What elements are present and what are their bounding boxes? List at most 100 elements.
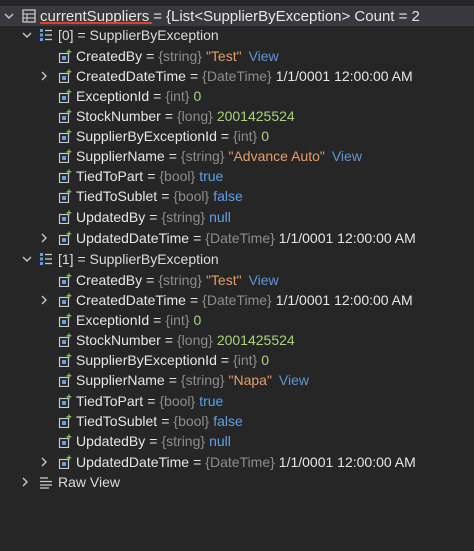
property-icon (58, 333, 72, 347)
property-row[interactable]: TiedToPart = {bool} true (0, 391, 474, 411)
property-type: {string} (161, 209, 206, 225)
property-name: TiedToSublet (76, 413, 158, 429)
list-item-label: [0] = SupplierByException (58, 27, 219, 43)
view-link[interactable]: View (279, 372, 309, 388)
property-name: UpdatedDateTime (76, 230, 190, 246)
property-row[interactable]: TiedToSublet = {bool} false (0, 411, 474, 431)
property-value: 2001425524 (216, 332, 295, 348)
property-icon (58, 434, 72, 448)
property-value: 1/1/0001 12:00:00 AM (275, 292, 413, 308)
property-type: {string} (180, 148, 225, 164)
property-value: false (213, 413, 243, 429)
property-row[interactable]: UpdatedBy = {string} null (0, 207, 474, 227)
property-row[interactable]: TiedToSublet = {bool} false (0, 186, 474, 206)
property-name: UpdatedDateTime (76, 454, 190, 470)
property-row[interactable]: StockNumber = {long} 2001425524 (0, 330, 474, 350)
property-icon (58, 49, 72, 63)
expand-chevron-icon[interactable] (19, 475, 31, 489)
property-value: false (213, 188, 243, 204)
property-icon (58, 129, 72, 143)
raw-view-icon (39, 475, 53, 489)
property-name: SupplierByExceptionId (76, 128, 217, 144)
property-icon (58, 455, 72, 469)
collapse-chevron-icon[interactable] (21, 252, 33, 266)
list-item-row[interactable]: [0] = SupplierByException (0, 25, 474, 45)
property-value: 0 (261, 352, 269, 368)
expand-chevron-icon[interactable] (38, 455, 50, 469)
view-link[interactable]: View (249, 48, 279, 64)
property-row[interactable]: CreatedDateTime = {DateTime} 1/1/0001 12:00… (0, 290, 474, 310)
property-type: {bool} (173, 188, 210, 204)
property-row[interactable]: CreatedDateTime = {DateTime} 1/1/0001 12:00… (0, 66, 474, 86)
property-row[interactable]: SupplierByExceptionId = {int} 0 (0, 350, 474, 370)
property-value: true (199, 168, 224, 184)
property-row[interactable]: UpdatedBy = {string} null (0, 431, 474, 451)
raw-view-row[interactable]: Raw View (0, 472, 474, 492)
property-icon (58, 89, 72, 103)
collapse-chevron-icon[interactable] (3, 9, 15, 23)
property-value: 1/1/0001 12:00:00 AM (278, 454, 416, 470)
property-type: {DateTime} (202, 68, 272, 84)
debugger-variables-tree: currentSuppliers = {List<SupplierByExcep… (0, 0, 474, 551)
property-icon (58, 109, 72, 123)
red-underline (40, 22, 152, 24)
expand-chevron-icon[interactable] (38, 231, 50, 245)
property-name: TiedToPart (76, 168, 144, 184)
property-name: ExceptionId (76, 312, 150, 328)
property-type: {int} (233, 352, 258, 368)
list-item-icon (39, 252, 53, 266)
root-equals: = (153, 7, 162, 25)
raw-view-label: Raw View (58, 474, 120, 490)
property-row[interactable]: SupplierName = {string} "Advance Auto" View (0, 146, 474, 166)
property-type: {bool} (159, 393, 196, 409)
property-value: 1/1/0001 12:00:00 AM (278, 230, 416, 246)
property-row[interactable]: UpdatedDateTime = {DateTime} 1/1/0001 12:00… (0, 228, 474, 248)
property-value: 0 (261, 128, 269, 144)
property-type: {long} (177, 108, 213, 124)
property-row[interactable]: ExceptionId = {int} 0 (0, 86, 474, 106)
property-row[interactable]: SupplierName = {string} "Napa" View (0, 370, 474, 390)
property-name: TiedToSublet (76, 188, 158, 204)
property-icon (58, 149, 72, 163)
property-icon (58, 231, 72, 245)
view-link[interactable]: View (249, 272, 279, 288)
property-type: {string} (180, 372, 225, 388)
property-row[interactable]: CreatedBy = {string} "Test" View (0, 270, 474, 290)
property-row[interactable]: SupplierByExceptionId = {int} 0 (0, 126, 474, 146)
property-icon (58, 414, 72, 428)
property-icon (58, 293, 72, 307)
property-value: "Test" (205, 272, 242, 288)
property-row[interactable]: StockNumber = {long} 2001425524 (0, 106, 474, 126)
property-icon (58, 313, 72, 327)
property-type: {string} (161, 433, 206, 449)
property-type: {int} (165, 88, 190, 104)
list-item-row[interactable]: [1] = SupplierByException (0, 249, 474, 269)
property-value: "Advance Auto" (228, 148, 325, 164)
property-icon (58, 189, 72, 203)
property-name: CreatedBy (76, 272, 143, 288)
property-name: SupplierName (76, 148, 165, 164)
property-value: null (209, 209, 231, 225)
expand-chevron-icon[interactable] (38, 69, 50, 83)
property-name: CreatedBy (76, 48, 143, 64)
property-type: {string} (158, 48, 202, 64)
property-icon (58, 273, 72, 287)
list-item-icon (39, 28, 53, 42)
view-link[interactable]: View (332, 148, 362, 164)
property-row[interactable]: UpdatedDateTime = {DateTime} 1/1/0001 12:00… (0, 452, 474, 472)
property-name: UpdatedBy (76, 433, 146, 449)
collapse-chevron-icon[interactable] (21, 28, 33, 42)
property-value: 0 (193, 312, 202, 328)
property-type: {string} (158, 272, 202, 288)
property-row[interactable]: ExceptionId = {int} 0 (0, 310, 474, 330)
property-type: {int} (165, 312, 190, 328)
property-icon (58, 69, 72, 83)
property-icon (58, 373, 72, 387)
property-value: 2001425524 (216, 108, 295, 124)
property-row[interactable]: TiedToPart = {bool} true (0, 166, 474, 186)
property-icon (58, 353, 72, 367)
property-value: true (199, 393, 224, 409)
property-name: SupplierName (76, 372, 165, 388)
property-row[interactable]: CreatedBy = {string} "Test" View (0, 46, 474, 66)
expand-chevron-icon[interactable] (38, 293, 50, 307)
